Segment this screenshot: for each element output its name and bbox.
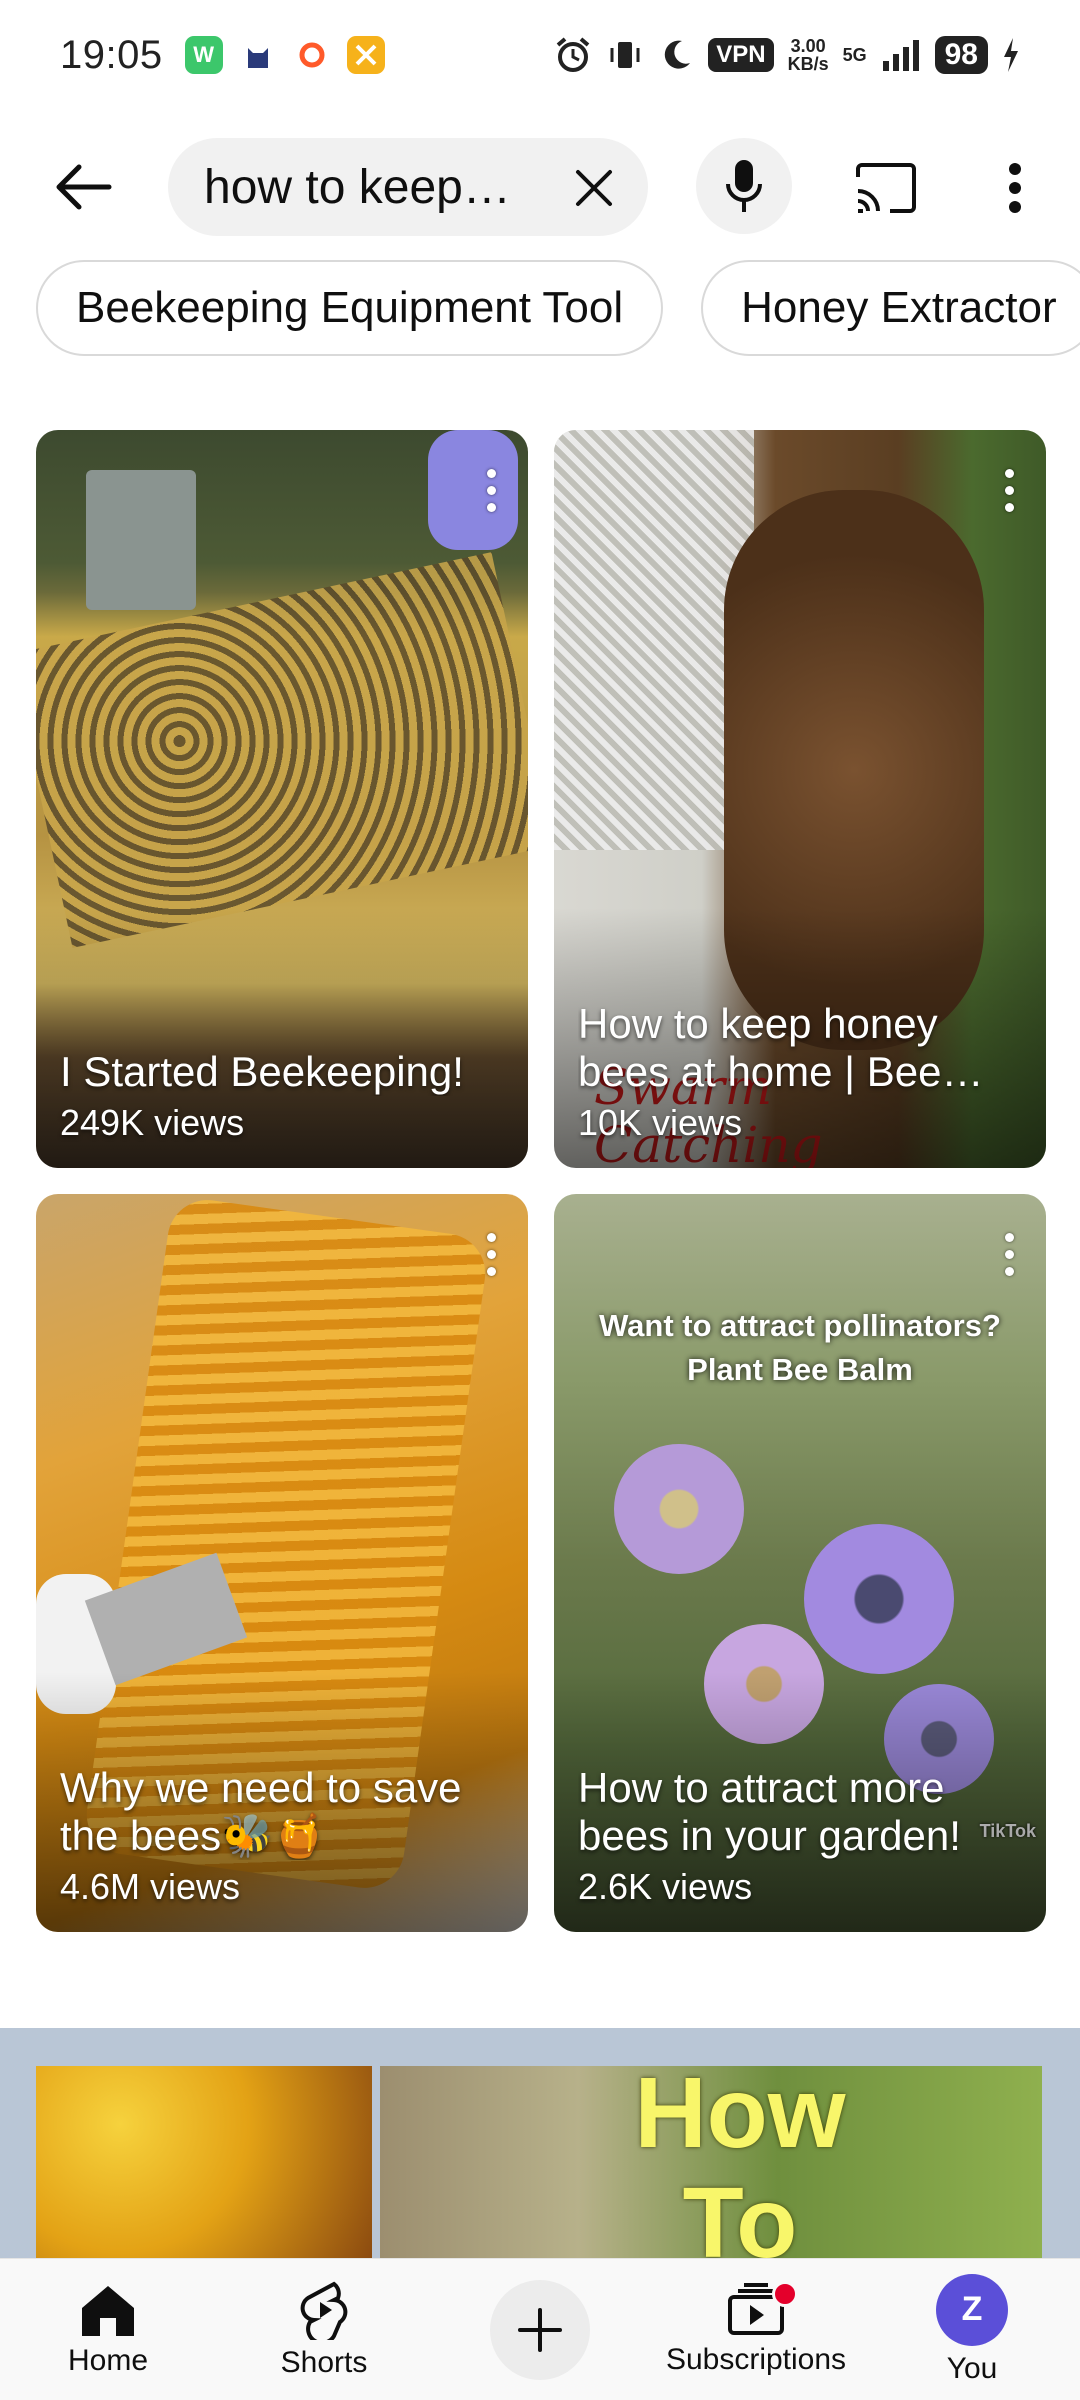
chip-honey-extractor[interactable]: Honey Extractor [701,260,1080,356]
nav-label: Subscriptions [665,2342,847,2376]
video-menu-button[interactable] [476,460,506,520]
banner-headline: How To [634,2057,846,2260]
vpn-badge: VPN [708,38,774,72]
chip-beekeeping-equipment-tool[interactable]: Beekeeping Equipment Tool [36,260,664,356]
battery-level: 98 [934,36,988,74]
nav-you[interactable]: Z You [864,2259,1080,2400]
speed-value: 3.00 [790,36,826,56]
alarm-icon [556,37,590,72]
create-button[interactable] [490,2279,590,2380]
voice-search-button[interactable] [696,138,792,234]
plus-icon [518,2307,562,2352]
status-right: VPN 3.00 KB/s 5G 98 [554,36,1020,74]
back-button[interactable] [38,152,128,222]
suggestion-chips: Beekeeping Equipment Tool Honey Extracto… [36,260,1080,356]
avatar: Z [936,2273,1008,2346]
dnd-moon-icon [665,40,691,69]
video-card[interactable]: Swarm Catching How to keep honey bees at… [554,430,1046,1168]
notification-dot [772,2281,798,2307]
nav-label: Shorts [280,2345,368,2379]
cast-icon [856,163,916,213]
shorts-preview-banner[interactable]: How To [0,2028,1080,2260]
search-query: how to keep… [204,160,511,214]
charging-icon [1004,38,1018,72]
status-app-icons: W [184,36,385,74]
search-input[interactable]: how to keep… [168,138,648,236]
video-views: 4.6M views [60,1866,241,1907]
nav-subscriptions[interactable]: Subscriptions [648,2259,864,2400]
video-views: 2.6K views [578,1866,753,1907]
circle-app-icon [292,36,331,74]
overlay-line: Want to attract pollinators? Plant Bee B… [599,1308,1001,1387]
cat-app-icon [238,36,277,74]
nav-home[interactable]: Home [0,2259,216,2400]
network-type: 5G [842,44,867,65]
search-toolbar: how to keep… [0,130,1080,240]
video-title: How to attract more bees in your garden! [578,1764,961,1859]
more-vertical-icon [1009,163,1021,213]
video-title: How to keep honey bees at home | Bee… [578,1000,984,1095]
home-icon [82,2285,134,2336]
thumbnail-overlay-text: Want to attract pollinators? Plant Bee B… [554,1304,1046,1392]
shorts-icon [300,2281,348,2340]
signal-icon [882,40,919,71]
back-arrow-icon [56,164,112,210]
video-menu-button[interactable] [476,1224,506,1284]
more-options-button[interactable] [990,150,1040,226]
nav-label: You [946,2351,998,2385]
close-icon [576,170,612,206]
bottom-navigation: Home Shorts Subscriptions Z You [0,2258,1080,2400]
video-menu-button[interactable] [994,460,1024,520]
microphone-icon [726,160,762,212]
video-menu-button[interactable] [994,1224,1024,1284]
status-bar: 19:05 W VPN 3.00 KB/s 5G 98 [0,0,1080,110]
video-card[interactable]: I Started Beekeeping! 249K views [36,430,528,1168]
tools-app-icon [346,36,385,74]
nav-shorts[interactable]: Shorts [216,2259,432,2400]
video-title: Why we need to save the bees🐝🍯 [60,1764,462,1859]
video-card[interactable]: Want to attract pollinators? Plant Bee B… [554,1194,1046,1932]
video-title: I Started Beekeeping! [60,1048,464,1095]
video-views: 249K views [60,1102,245,1143]
nav-create[interactable] [432,2259,648,2400]
clear-search-button[interactable] [566,160,622,216]
video-views: 10K views [578,1102,743,1143]
nav-label: Home [67,2343,149,2377]
sunflower-bee-thumbnail [36,2066,372,2260]
vibrate-icon [610,42,640,68]
speed-unit: KB/s [787,54,829,74]
network-speed: 3.00 KB/s [788,37,829,73]
cast-button[interactable] [846,150,926,226]
video-card[interactable]: Why we need to save the bees🐝🍯 4.6M view… [36,1194,528,1932]
wechat-app-icon: W [184,36,223,74]
status-time: 19:05 [60,32,163,77]
